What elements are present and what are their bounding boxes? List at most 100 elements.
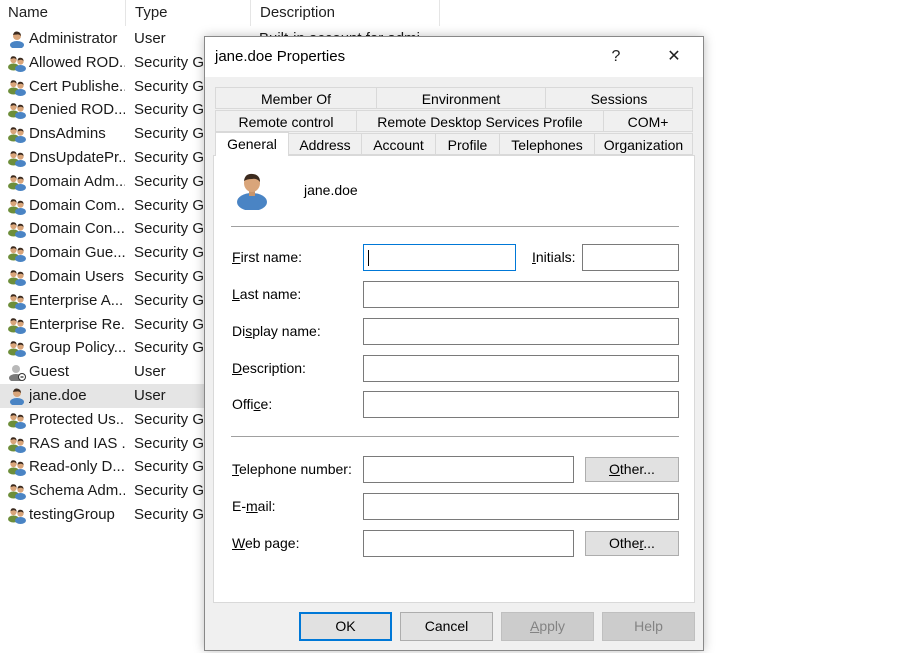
group-icon (7, 220, 27, 239)
group-icon (7, 197, 27, 215)
row-name: RAS and IAS ... (29, 434, 125, 452)
first-name-field[interactable] (363, 244, 516, 271)
row-name: Group Policy... (29, 339, 125, 357)
tab-com-plus[interactable]: COM+ (603, 110, 693, 132)
row-type: Security Gr (134, 505, 204, 523)
row-name: testingGroup (29, 505, 115, 523)
tab-organization[interactable]: Organization (594, 133, 693, 155)
row-name: jane.doe (29, 386, 87, 404)
separator (231, 436, 679, 438)
row-type: User (134, 30, 166, 47)
tab-remote-desktop-services-profile[interactable]: Remote Desktop Services Profile (356, 110, 604, 132)
tab-remote-control[interactable]: Remote control (215, 110, 357, 132)
list-row[interactable]: jane.doe User (0, 383, 210, 408)
other-web-page-button[interactable]: Other... (585, 531, 679, 556)
row-type: Security Gr (134, 434, 204, 452)
group-icon (7, 339, 27, 358)
first-name-label: First name: (232, 249, 303, 265)
display-name-label: Display name: (232, 323, 321, 339)
group-icon (7, 54, 27, 72)
telephone-number-label: Telephone number: (232, 461, 352, 477)
web-page-field[interactable] (363, 530, 574, 557)
dialog-title: jane.doe Properties (215, 48, 346, 65)
row-type: User (134, 363, 166, 381)
tab-profile[interactable]: Profile (435, 133, 500, 155)
row-type: Security Gr (134, 77, 204, 95)
row-type: Security Gr (134, 315, 204, 333)
initials-label: Initials: (532, 249, 576, 265)
initials-field[interactable] (582, 244, 679, 271)
tab-account[interactable]: Account (361, 133, 436, 155)
row-name: Guest (29, 363, 70, 381)
row-name: Cert Publishe... (29, 77, 125, 95)
group-icon (7, 435, 27, 453)
row-type: Security Gr (134, 125, 204, 143)
tab-address[interactable]: Address (288, 133, 362, 155)
user-icon (7, 30, 27, 49)
disabled-user-icon (7, 363, 27, 383)
column-header-description[interactable]: Description (252, 0, 440, 26)
row-name: Domain Gue... (29, 244, 125, 262)
tab-general[interactable]: General (215, 132, 289, 156)
group-icon (7, 244, 27, 263)
user-icon (7, 387, 27, 406)
row-type: Security Gr (134, 101, 204, 119)
row-name: DnsAdmins (29, 125, 106, 143)
row-name: Domain Com... (29, 196, 125, 214)
row-type: Security Gr (134, 53, 204, 71)
last-name-label: Last name: (232, 286, 302, 302)
user-name-label: jane.doe (304, 182, 358, 198)
ok-button[interactable]: OK (299, 612, 392, 641)
tab-member-of[interactable]: Member Of (215, 87, 377, 109)
email-field[interactable] (363, 493, 679, 520)
row-name: Domain Users (29, 267, 125, 285)
cancel-button[interactable]: Cancel (400, 612, 493, 641)
properties-dialog: jane.doe Properties ? ✕ Member Of Enviro… (204, 36, 704, 651)
tab-sessions[interactable]: Sessions (545, 87, 693, 109)
description-label: Description: (232, 360, 306, 376)
group-icon (7, 316, 27, 334)
column-header-type[interactable]: Type (127, 0, 251, 26)
user-avatar-icon (237, 173, 267, 210)
office-field[interactable] (363, 391, 679, 418)
group-icon (7, 482, 27, 501)
row-name: Read-only D... (29, 458, 125, 476)
row-name: Allowed ROD... (29, 53, 125, 71)
web-page-label: Web page: (232, 535, 300, 551)
row-type: Security Gr (134, 339, 204, 357)
title-bar: jane.doe Properties ? ✕ (205, 37, 703, 77)
row-type: Security Gr (134, 196, 204, 214)
group-icon (7, 173, 27, 191)
row-type: Security Gr (134, 220, 204, 238)
row-name: DnsUpdatePr... (29, 148, 125, 166)
row-name: Protected Us... (29, 410, 125, 428)
group-icon (7, 268, 27, 286)
text-caret (368, 250, 369, 266)
telephone-number-field[interactable] (363, 456, 574, 483)
group-icon (7, 125, 27, 144)
group-icon (7, 78, 27, 96)
row-type: Security Gr (134, 267, 204, 285)
row-type: Security Gr (134, 244, 204, 262)
help-button[interactable]: Help (602, 612, 695, 641)
row-name: Domain Adm... (29, 172, 125, 190)
column-header-name[interactable]: Name (0, 0, 126, 26)
close-icon[interactable]: ✕ (651, 37, 697, 77)
row-name: Enterprise A... (29, 291, 124, 309)
group-icon (7, 149, 27, 167)
group-icon (7, 411, 27, 429)
apply-button[interactable]: Apply (501, 612, 594, 641)
row-name: Administrator (29, 30, 118, 47)
help-icon[interactable]: ? (593, 37, 639, 77)
group-icon (7, 292, 27, 310)
display-name-field[interactable] (363, 318, 679, 345)
tab-environment[interactable]: Environment (376, 87, 546, 109)
row-type: Security Gr (134, 291, 204, 309)
group-icon (7, 506, 27, 524)
last-name-field[interactable] (363, 281, 679, 308)
row-name: Denied ROD... (29, 101, 125, 119)
list-header: Name Type Description (0, 0, 440, 26)
description-field[interactable] (363, 355, 679, 382)
tab-telephones[interactable]: Telephones (499, 133, 595, 155)
other-telephone-button[interactable]: Other... (585, 457, 679, 482)
